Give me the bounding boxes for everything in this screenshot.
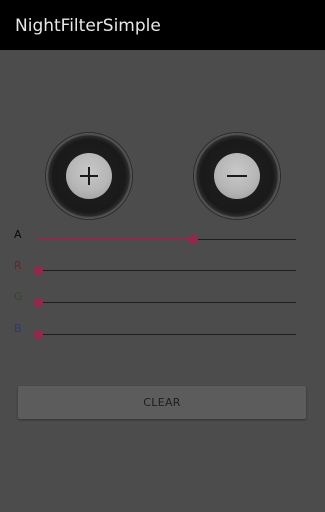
slider-red[interactable]	[33, 265, 296, 275]
plus-icon	[80, 167, 98, 185]
slider-label-red: R	[14, 259, 22, 272]
app-title: NightFilterSimple	[15, 16, 161, 36]
slider-thumb[interactable]	[33, 297, 43, 307]
slider-alpha[interactable]	[38, 234, 296, 244]
slider-thumb[interactable]	[33, 329, 43, 339]
slider-label-blue: B	[14, 322, 22, 335]
slider-thumb[interactable]	[33, 265, 43, 275]
minus-icon	[227, 175, 247, 177]
slider-label-alpha: A	[14, 228, 22, 241]
slider-fill	[38, 238, 193, 240]
slider-label-green: G	[14, 290, 23, 303]
slider-thumb[interactable]	[187, 234, 198, 244]
clear-button[interactable]: CLEAR	[18, 386, 306, 419]
app-bar: NightFilterSimple	[0, 0, 325, 50]
increase-button[interactable]	[46, 133, 132, 219]
slider-green[interactable]	[33, 297, 296, 307]
decrease-button[interactable]	[194, 133, 280, 219]
slider-blue[interactable]	[33, 329, 296, 339]
